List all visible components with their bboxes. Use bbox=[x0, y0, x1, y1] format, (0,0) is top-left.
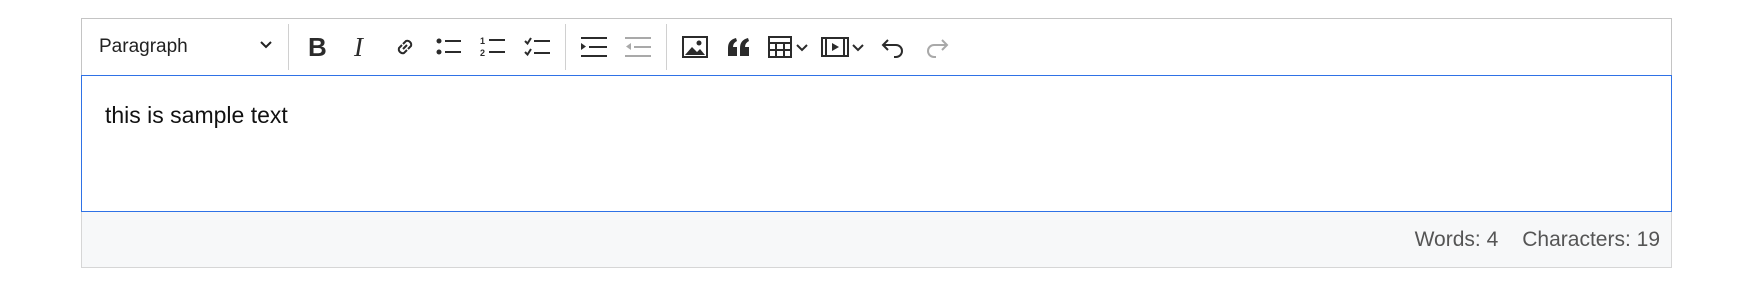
insert-table-button[interactable] bbox=[761, 27, 815, 67]
numbered-list-button[interactable]: 1 2 bbox=[471, 27, 515, 67]
editor-content-area[interactable]: this is sample text bbox=[81, 75, 1672, 212]
editor-paragraph[interactable]: this is sample text bbox=[105, 102, 1648, 129]
bulleted-list-icon bbox=[435, 36, 463, 58]
word-count: Words: 4 bbox=[1414, 227, 1499, 251]
table-icon bbox=[767, 35, 793, 59]
svg-text:B: B bbox=[308, 35, 327, 59]
indent-icon bbox=[580, 35, 608, 59]
toolbar-separator bbox=[565, 24, 566, 70]
undo-icon bbox=[880, 36, 906, 58]
bold-icon: B bbox=[306, 35, 328, 59]
italic-icon: I bbox=[351, 35, 371, 59]
bold-button[interactable]: B bbox=[295, 27, 339, 67]
image-icon bbox=[682, 35, 708, 59]
link-button[interactable] bbox=[383, 27, 427, 67]
insert-image-button[interactable] bbox=[673, 27, 717, 67]
redo-icon bbox=[924, 36, 950, 58]
toolbar-separator bbox=[666, 24, 667, 70]
indent-button[interactable] bbox=[572, 27, 616, 67]
todo-list-icon bbox=[523, 35, 551, 59]
undo-button[interactable] bbox=[871, 27, 915, 67]
editor-toolbar: Paragraph B I 1 2 bbox=[81, 18, 1672, 75]
svg-text:2: 2 bbox=[480, 48, 485, 58]
italic-button[interactable]: I bbox=[339, 27, 383, 67]
character-count: Characters: 19 bbox=[1522, 227, 1660, 251]
heading-dropdown[interactable]: Paragraph bbox=[92, 27, 282, 67]
toolbar-separator bbox=[288, 24, 289, 70]
rich-text-editor: Paragraph B I 1 2 this is sample text Wo… bbox=[81, 18, 1672, 268]
redo-button[interactable] bbox=[915, 27, 959, 67]
word-count-bar: Words: 4 Characters: 19 bbox=[81, 212, 1672, 268]
chevron-down-icon bbox=[795, 40, 809, 54]
link-icon bbox=[392, 34, 418, 60]
outdent-button[interactable] bbox=[616, 27, 660, 67]
chevron-down-icon bbox=[258, 36, 274, 58]
insert-media-button[interactable] bbox=[815, 27, 871, 67]
quote-icon bbox=[726, 36, 752, 58]
svg-text:1: 1 bbox=[480, 36, 485, 46]
heading-dropdown-value: Paragraph bbox=[99, 36, 188, 57]
todo-list-button[interactable] bbox=[515, 27, 559, 67]
bulleted-list-button[interactable] bbox=[427, 27, 471, 67]
block-quote-button[interactable] bbox=[717, 27, 761, 67]
numbered-list-icon: 1 2 bbox=[479, 35, 507, 59]
chevron-down-icon bbox=[851, 40, 865, 54]
outdent-icon bbox=[624, 35, 652, 59]
media-icon bbox=[821, 35, 849, 59]
svg-text:I: I bbox=[353, 35, 365, 59]
